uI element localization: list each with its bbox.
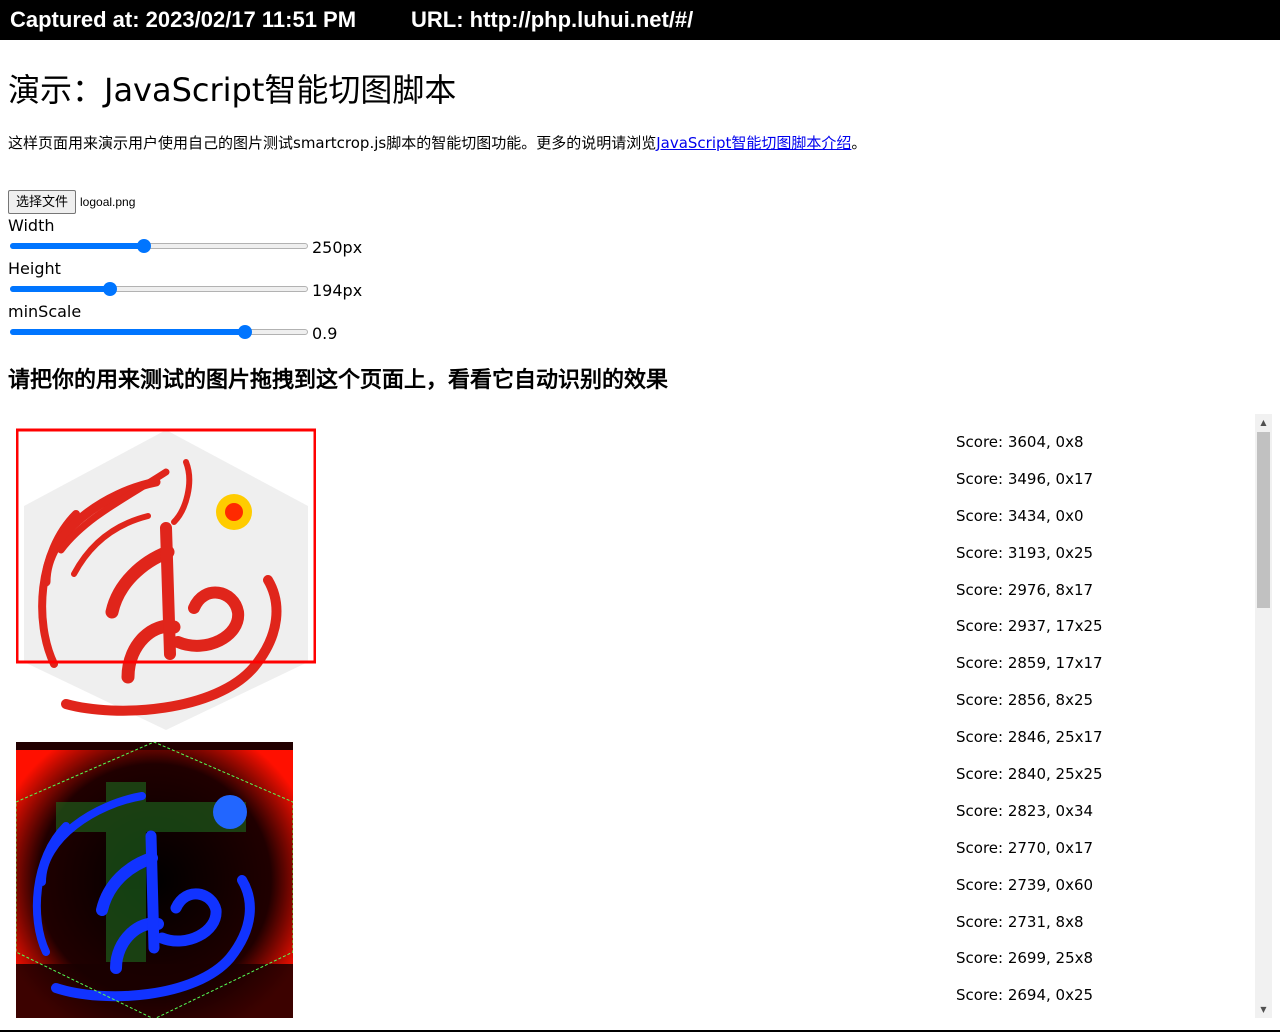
slider-fill	[10, 286, 110, 292]
score-item: Score: 2859, 17x17	[956, 654, 1103, 673]
selected-filename: logoal.png	[80, 195, 136, 209]
sun-core	[225, 503, 243, 521]
score-item: Score: 2739, 0x60	[956, 875, 1094, 894]
intro-end: 。	[851, 134, 867, 152]
score-item: Score: 2731, 8x8	[956, 912, 1084, 931]
width-label: Width	[8, 216, 55, 235]
width-value: 250px	[312, 238, 363, 257]
score-item: Score: 2937, 17x25	[956, 617, 1103, 636]
intro-text: 这样页面用来演示用户使用自己的图片测试smartcrop.js脚本的智能切图功能…	[8, 134, 657, 152]
score-item: Score: 2699, 25x8	[956, 949, 1094, 968]
scrollbar-thumb[interactable]	[1257, 432, 1270, 608]
scroll-up-icon[interactable]: ▲	[1255, 414, 1272, 431]
captured-url: URL: http://php.luhui.net/#/	[411, 7, 694, 32]
score-list: Score: 3604, 0x8 Score: 3496, 0x17 Score: …	[956, 428, 1103, 1018]
score-item: Score: 3434, 0x0	[956, 506, 1084, 525]
score-item: Score: 2856, 8x25	[956, 691, 1094, 710]
page-title: 演示：JavaScript智能切图脚本	[8, 71, 457, 109]
slider-thumb[interactable]	[137, 239, 152, 253]
choose-file-button[interactable]: 选择文件	[8, 190, 77, 214]
result-scrollbar[interactable]: ▲ ▼	[1255, 414, 1272, 1018]
score-item: Score: 2770, 0x17	[956, 838, 1094, 857]
minscale-label: minScale	[8, 302, 82, 321]
scroll-down-icon[interactable]: ▼	[1255, 1001, 1272, 1018]
score-item: Score: 2846, 25x17	[956, 728, 1103, 747]
minscale-value: 0.9	[312, 324, 338, 343]
height-slider[interactable]	[10, 281, 308, 297]
intro-link[interactable]: JavaScript智能切图脚本介绍	[656, 134, 851, 152]
saliency-debug-image	[16, 742, 293, 1018]
score-item: Score: 2976, 8x17	[956, 580, 1094, 599]
height-label: Height	[8, 259, 61, 278]
captured-at: Captured at: 2023/02/17 11:51 PM	[10, 7, 357, 32]
debug-top-band	[16, 742, 293, 750]
minscale-slider[interactable]	[10, 324, 308, 340]
drop-hint-heading: 请把你的用来测试的图片拖拽到这个页面上，看看它自动识别的效果	[8, 368, 669, 393]
slider-thumb[interactable]	[102, 282, 117, 296]
debug-sun-icon	[213, 795, 247, 829]
capture-bar: Captured at: 2023/02/17 11:51 PM URL: ht…	[0, 0, 1280, 40]
score-item: Score: 2823, 0x34	[956, 801, 1094, 820]
intro-paragraph: 这样页面用来演示用户使用自己的图片测试smartcrop.js脚本的智能切图功能…	[8, 133, 888, 154]
result-panel: Score: 3604, 0x8 Score: 3496, 0x17 Score: …	[0, 414, 1272, 1018]
slider-fill	[10, 243, 145, 249]
score-item: Score: 2840, 25x25	[956, 765, 1103, 784]
height-value: 194px	[312, 281, 363, 300]
crop-preview-image	[16, 428, 316, 730]
score-item: Score: 3496, 0x17	[956, 469, 1094, 488]
slider-thumb[interactable]	[238, 325, 253, 339]
slider-fill	[10, 329, 246, 335]
width-slider[interactable]	[10, 238, 308, 254]
score-item: Score: 2694, 0x25	[956, 986, 1094, 1005]
score-item: Score: 3604, 0x8	[956, 433, 1084, 451]
score-item: Score: 3193, 0x25	[956, 543, 1094, 562]
